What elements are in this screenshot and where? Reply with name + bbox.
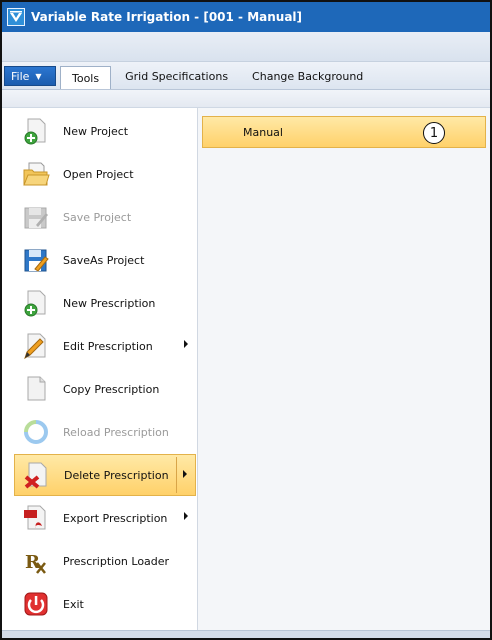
- menu-item-label: Save Project: [63, 210, 132, 224]
- menu-item-label: New Prescription: [63, 296, 156, 310]
- menu-item-new-prescription[interactable]: New Prescription: [14, 282, 196, 324]
- menu-item-prescription-loader[interactable]: R Prescription Loader: [14, 540, 196, 582]
- tab-tools[interactable]: Tools: [60, 66, 112, 89]
- file-menu-label: File: [11, 69, 30, 83]
- edit-pencil-icon: [22, 332, 50, 360]
- menu-item-label: Export Prescription: [63, 511, 168, 525]
- pdf-export-icon: [22, 504, 50, 532]
- submenu-item-label: Manual: [243, 125, 283, 139]
- file-menu-panel: New Project Open Project Save Project Sa…: [14, 108, 198, 632]
- menu-item-saveas-project[interactable]: SaveAs Project: [14, 239, 196, 281]
- chevron-down-icon: ▼: [35, 71, 42, 81]
- menu-item-edit-prescription[interactable]: Edit Prescription: [14, 325, 196, 367]
- menu-item-label: Open Project: [63, 167, 134, 181]
- tab-label: Tools: [72, 71, 100, 85]
- menu-item-new-project[interactable]: New Project: [14, 110, 196, 152]
- power-icon: [22, 590, 50, 618]
- delete-document-icon: [23, 461, 51, 489]
- save-icon: [22, 203, 50, 231]
- window-title: Variable Rate Irrigation - [001 - Manual…: [31, 10, 303, 24]
- ribbon-strip: [2, 90, 490, 108]
- menu-item-delete-prescription[interactable]: Delete Prescription: [14, 454, 196, 496]
- copy-document-icon: [22, 375, 50, 403]
- tab-label: Grid Specifications: [125, 69, 229, 83]
- save-as-icon: [22, 246, 50, 274]
- open-folder-icon: [22, 160, 50, 188]
- menu-item-open-project[interactable]: Open Project: [14, 153, 196, 195]
- app-window: Variable Rate Irrigation - [001 - Manual…: [0, 0, 492, 640]
- submenu-arrow-icon[interactable]: [183, 470, 187, 478]
- menu-item-label: New Project: [63, 124, 129, 138]
- reload-icon: [22, 418, 50, 446]
- menu-item-label: Edit Prescription: [63, 339, 153, 353]
- menu-item-label: SaveAs Project: [63, 253, 145, 267]
- rx-icon: R: [22, 547, 50, 575]
- menu-item-copy-prescription[interactable]: Copy Prescription: [14, 368, 196, 410]
- menu-item-save-project[interactable]: Save Project: [14, 196, 196, 238]
- submenu-arrow-icon: [184, 512, 188, 520]
- menu-item-label: Reload Prescription: [63, 425, 169, 439]
- new-prescription-icon: [22, 289, 50, 317]
- new-project-icon: [22, 117, 50, 145]
- menu-item-label: Prescription Loader: [63, 554, 170, 568]
- menu-item-exit[interactable]: Exit: [14, 583, 196, 625]
- toolbar-strip: [2, 32, 490, 62]
- submenu-item-manual[interactable]: Manual 1: [202, 116, 486, 148]
- menu-bar: File ▼ Tools Grid Specifications Change …: [2, 62, 490, 90]
- title-bar: Variable Rate Irrigation - [001 - Manual…: [2, 2, 490, 32]
- delete-prescription-submenu: Manual 1: [198, 108, 490, 632]
- valley-logo-icon: [7, 8, 25, 26]
- tab-label: Change Background: [252, 69, 364, 83]
- menu-item-label: Delete Prescription: [64, 468, 169, 482]
- callout-badge: 1: [423, 122, 445, 144]
- menu-item-reload-prescription[interactable]: Reload Prescription: [14, 411, 196, 453]
- menu-item-export-prescription[interactable]: Export Prescription: [14, 497, 196, 539]
- submenu-arrow-icon: [184, 340, 188, 348]
- menu-item-label: Copy Prescription: [63, 382, 160, 396]
- submenu-split-divider: [176, 457, 177, 493]
- status-bar: [2, 630, 490, 638]
- tab-grid-specifications[interactable]: Grid Specifications: [115, 66, 238, 86]
- file-menu-button[interactable]: File ▼: [4, 66, 56, 86]
- menu-item-label: Exit: [63, 597, 84, 611]
- tab-change-background[interactable]: Change Background: [242, 66, 373, 86]
